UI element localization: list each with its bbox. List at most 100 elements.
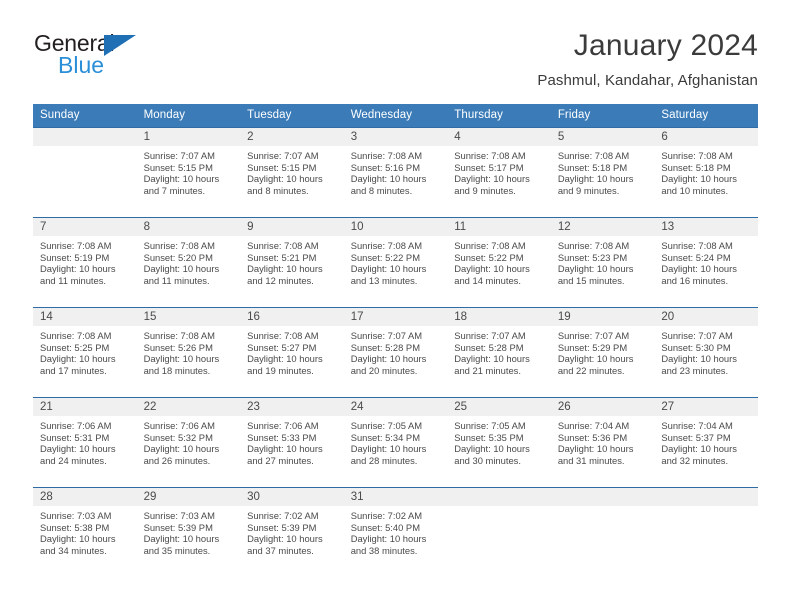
daylight-text-line2: and 30 minutes. <box>454 454 521 466</box>
day-number: 18 <box>447 308 551 326</box>
day-cell[interactable]: 15 Sunrise: 7:08 AM Sunset: 5:26 PM Dayl… <box>136 307 241 398</box>
daylight-text-line2: and 9 minutes. <box>454 184 516 196</box>
day-number: 30 <box>240 488 344 506</box>
day-cell[interactable]: 14 Sunrise: 7:08 AM Sunset: 5:25 PM Dayl… <box>33 307 137 398</box>
sunrise-text: Sunrise: 7:08 AM <box>661 240 733 251</box>
daylight-text-line1: Daylight: 10 hours <box>454 353 530 365</box>
daylight-text-line2: and 32 minutes. <box>661 454 729 466</box>
sunrise-text: Sunrise: 7:06 AM <box>247 420 319 431</box>
sunset-text: Sunset: 5:25 PM <box>40 341 110 353</box>
day-cell[interactable]: 26 Sunrise: 7:04 AM Sunset: 5:36 PM Dayl… <box>550 397 655 488</box>
day-cell[interactable]: 21 Sunrise: 7:06 AM Sunset: 5:31 PM Dayl… <box>33 397 137 488</box>
day-cell[interactable] <box>550 487 655 578</box>
day-cell[interactable]: 6 Sunrise: 7:08 AM Sunset: 5:18 PM Dayli… <box>654 127 758 218</box>
day-cell[interactable]: 9 Sunrise: 7:08 AM Sunset: 5:21 PM Dayli… <box>240 217 344 308</box>
sunset-text: Sunset: 5:28 PM <box>350 341 420 353</box>
daylight-text-line1: Daylight: 10 hours <box>557 173 634 185</box>
day-cell[interactable]: 27 Sunrise: 7:04 AM Sunset: 5:37 PM Dayl… <box>654 397 758 488</box>
sunrise-text: Sunrise: 7:08 AM <box>557 240 630 251</box>
day-cell[interactable]: 13 Sunrise: 7:08 AM Sunset: 5:24 PM Dayl… <box>654 217 758 308</box>
day-cell[interactable]: 3 Sunrise: 7:08 AM Sunset: 5:16 PM Dayli… <box>343 127 448 218</box>
day-number: 17 <box>343 308 448 326</box>
daylight-text-line1: Daylight: 10 hours <box>143 443 220 455</box>
day-cell[interactable]: 7 Sunrise: 7:08 AM Sunset: 5:19 PM Dayli… <box>33 217 137 308</box>
sunrise-text: Sunrise: 7:08 AM <box>661 150 733 161</box>
day-cell[interactable]: 29 Sunrise: 7:03 AM Sunset: 5:39 PM Dayl… <box>136 487 241 578</box>
weekday-header-friday: Friday <box>550 104 655 128</box>
day-cell[interactable] <box>654 487 758 578</box>
day-cell[interactable]: 23 Sunrise: 7:06 AM Sunset: 5:33 PM Dayl… <box>240 397 344 488</box>
daylight-text-line1: Daylight: 10 hours <box>661 353 737 365</box>
day-cell[interactable] <box>33 127 137 218</box>
day-details: Sunrise: 7:05 AM Sunset: 5:35 PM Dayligh… <box>447 416 551 466</box>
day-cell[interactable]: 10 Sunrise: 7:08 AM Sunset: 5:22 PM Dayl… <box>343 217 448 308</box>
daylight-text-line2: and 11 minutes. <box>143 274 210 286</box>
day-cell[interactable]: 30 Sunrise: 7:02 AM Sunset: 5:39 PM Dayl… <box>240 487 344 578</box>
sunset-text: Sunset: 5:32 PM <box>143 431 213 443</box>
daylight-text-line1: Daylight: 10 hours <box>454 443 530 455</box>
day-cell[interactable]: 28 Sunrise: 7:03 AM Sunset: 5:38 PM Dayl… <box>33 487 137 578</box>
day-details: Sunrise: 7:08 AM Sunset: 5:18 PM Dayligh… <box>654 146 758 196</box>
sunrise-text: Sunrise: 7:02 AM <box>247 510 319 521</box>
day-number: 20 <box>654 308 758 326</box>
day-cell[interactable]: 11 Sunrise: 7:08 AM Sunset: 5:22 PM Dayl… <box>447 217 551 308</box>
generalblue-logo[interactable]: General Blue <box>34 32 194 84</box>
day-details: Sunrise: 7:02 AM Sunset: 5:40 PM Dayligh… <box>344 506 448 556</box>
day-number <box>654 488 758 506</box>
day-cell[interactable]: 24 Sunrise: 7:05 AM Sunset: 5:34 PM Dayl… <box>343 397 448 488</box>
daylight-text-line2: and 13 minutes. <box>350 274 418 286</box>
calendar-header-row: Sunday Monday Tuesday Wednesday Thursday… <box>33 104 758 128</box>
day-number: 8 <box>136 218 241 236</box>
day-cell[interactable]: 12 Sunrise: 7:08 AM Sunset: 5:23 PM Dayl… <box>550 217 655 308</box>
daylight-text-line2: and 7 minutes. <box>143 184 206 196</box>
day-cell[interactable]: 8 Sunrise: 7:08 AM Sunset: 5:20 PM Dayli… <box>136 217 241 308</box>
day-details <box>447 506 551 510</box>
sunrise-text: Sunrise: 7:08 AM <box>40 240 112 251</box>
sunset-text: Sunset: 5:33 PM <box>247 431 317 443</box>
sunset-text: Sunset: 5:16 PM <box>350 161 420 173</box>
day-cell[interactable]: 5 Sunrise: 7:08 AM Sunset: 5:18 PM Dayli… <box>550 127 655 218</box>
day-number: 13 <box>654 218 758 236</box>
day-cell[interactable]: 25 Sunrise: 7:05 AM Sunset: 5:35 PM Dayl… <box>447 397 551 488</box>
day-details <box>33 146 137 150</box>
daylight-text-line2: and 22 minutes. <box>557 364 625 376</box>
day-number: 23 <box>240 398 344 416</box>
sunrise-text: Sunrise: 7:08 AM <box>143 330 215 341</box>
day-details: Sunrise: 7:07 AM Sunset: 5:28 PM Dayligh… <box>447 326 551 376</box>
day-cell[interactable]: 4 Sunrise: 7:08 AM Sunset: 5:17 PM Dayli… <box>447 127 551 218</box>
sunset-text: Sunset: 5:29 PM <box>557 341 628 353</box>
day-cell[interactable] <box>447 487 551 578</box>
daylight-text-line1: Daylight: 10 hours <box>143 353 220 365</box>
sunrise-text: Sunrise: 7:04 AM <box>661 420 733 431</box>
sunrise-text: Sunrise: 7:07 AM <box>350 330 423 341</box>
weekday-header-thursday: Thursday <box>447 104 551 128</box>
page-title: January 2024 <box>573 29 758 62</box>
day-cell[interactable]: 19 Sunrise: 7:07 AM Sunset: 5:29 PM Dayl… <box>550 307 655 398</box>
day-cell[interactable]: 22 Sunrise: 7:06 AM Sunset: 5:32 PM Dayl… <box>136 397 241 488</box>
day-number: 24 <box>343 398 448 416</box>
day-number: 27 <box>654 398 758 416</box>
logo-text-blue: Blue <box>58 52 105 78</box>
day-cell[interactable]: 17 Sunrise: 7:07 AM Sunset: 5:28 PM Dayl… <box>343 307 448 398</box>
day-cell[interactable]: 20 Sunrise: 7:07 AM Sunset: 5:30 PM Dayl… <box>654 307 758 398</box>
day-cell[interactable]: 16 Sunrise: 7:08 AM Sunset: 5:27 PM Dayl… <box>240 307 344 398</box>
sunrise-sunset-calendar-table: Sunday Monday Tuesday Wednesday Thursday… <box>33 104 758 578</box>
day-cell[interactable]: 31 Sunrise: 7:02 AM Sunset: 5:40 PM Dayl… <box>343 487 448 578</box>
daylight-text-line2: and 16 minutes. <box>661 274 729 286</box>
weekday-header-sunday: Sunday <box>33 104 137 128</box>
day-cell[interactable]: 2 Sunrise: 7:07 AM Sunset: 5:15 PM Dayli… <box>240 127 344 218</box>
daylight-text-line1: Daylight: 10 hours <box>557 353 634 365</box>
day-details: Sunrise: 7:03 AM Sunset: 5:39 PM Dayligh… <box>137 506 241 556</box>
day-details: Sunrise: 7:05 AM Sunset: 5:34 PM Dayligh… <box>344 416 448 466</box>
daylight-text-line1: Daylight: 10 hours <box>661 173 737 185</box>
calendar-week-row: 21 Sunrise: 7:06 AM Sunset: 5:31 PM Dayl… <box>33 397 758 488</box>
day-cell[interactable]: 1 Sunrise: 7:07 AM Sunset: 5:15 PM Dayli… <box>136 127 241 218</box>
daylight-text-line2: and 11 minutes. <box>40 274 107 286</box>
day-details: Sunrise: 7:04 AM Sunset: 5:36 PM Dayligh… <box>551 416 655 466</box>
sunrise-text: Sunrise: 7:02 AM <box>350 510 423 521</box>
sunrise-text: Sunrise: 7:05 AM <box>350 420 423 431</box>
day-number <box>447 488 551 506</box>
day-details: Sunrise: 7:08 AM Sunset: 5:16 PM Dayligh… <box>344 146 448 196</box>
day-cell[interactable]: 18 Sunrise: 7:07 AM Sunset: 5:28 PM Dayl… <box>447 307 551 398</box>
daylight-text-line1: Daylight: 10 hours <box>661 263 737 275</box>
